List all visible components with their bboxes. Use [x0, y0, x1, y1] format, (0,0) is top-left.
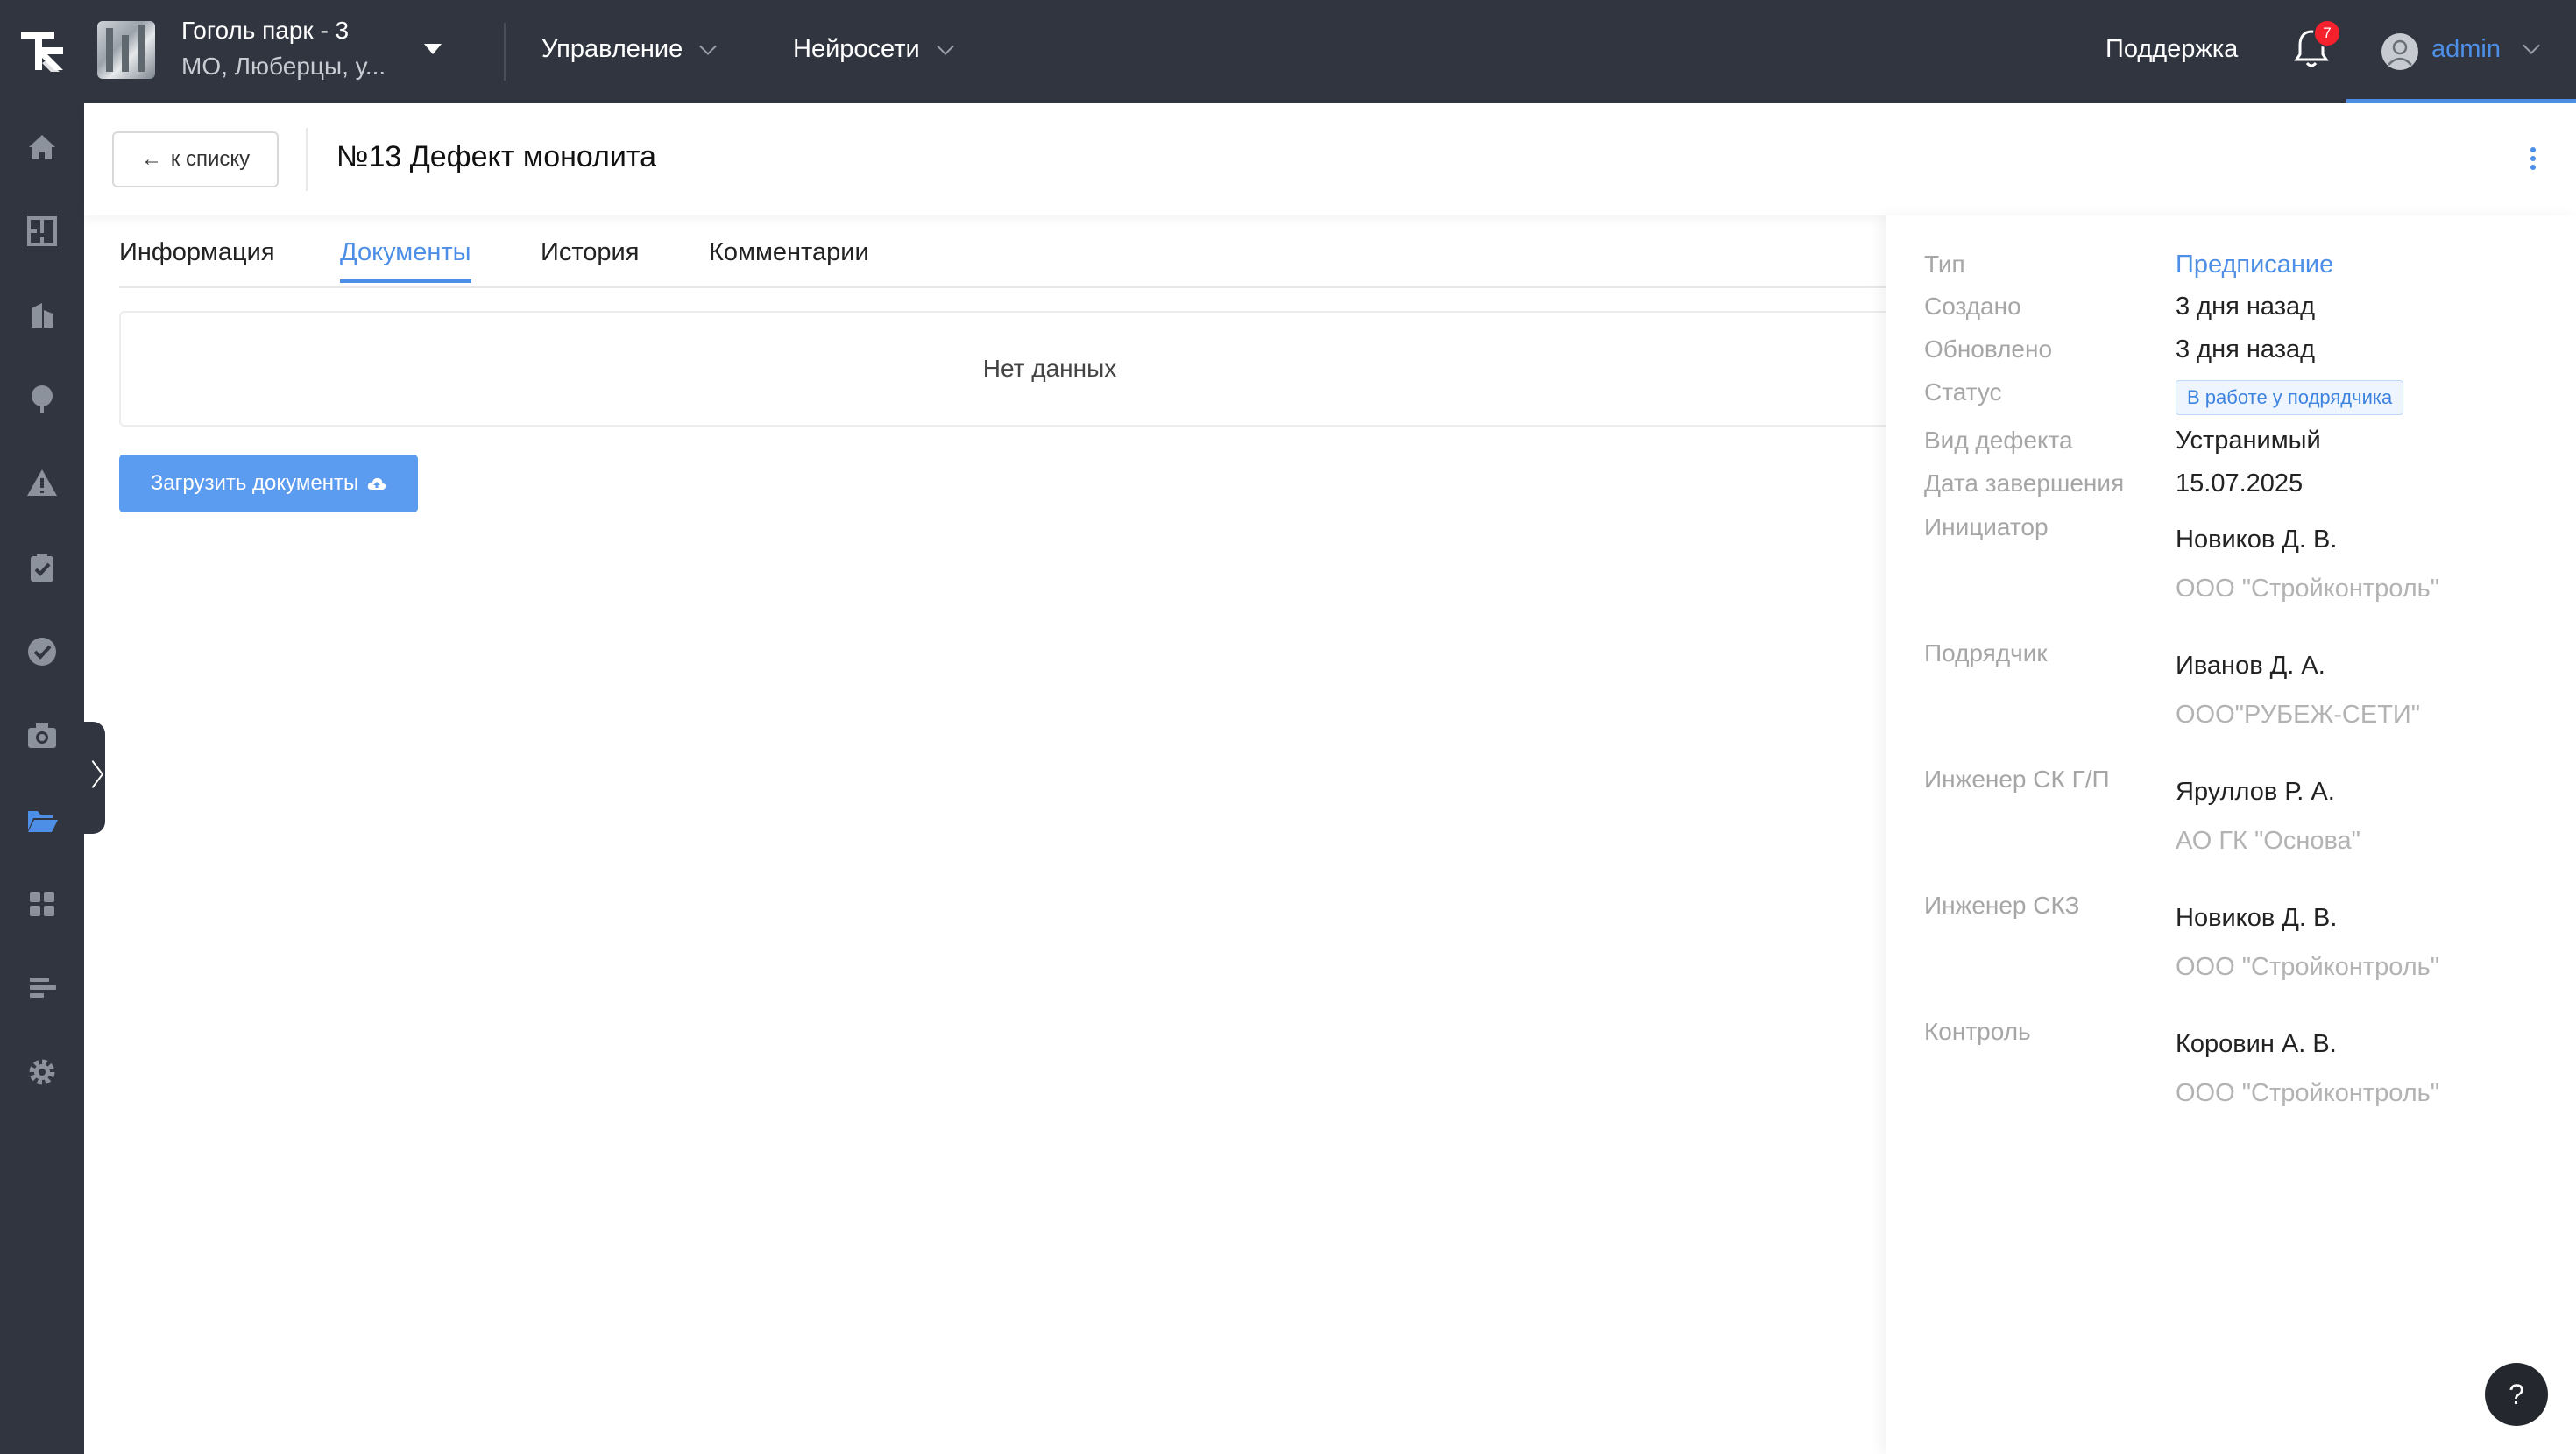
user-menu[interactable]: admin [2346, 0, 2576, 103]
arrow-left-icon: ← [140, 147, 162, 171]
documents-empty-state: Нет данных [119, 311, 1980, 427]
sidebar-item-documents[interactable] [21, 799, 63, 841]
sidebar-item-acceptance[interactable] [21, 631, 63, 673]
project-thumbnail[interactable] [97, 21, 155, 79]
control-org: ООО "Стройконтроль" [2176, 1079, 2440, 1107]
tab-documents[interactable]: Документы [340, 238, 471, 283]
status-label: Статус [1924, 378, 2002, 406]
due-date-value: 15.07.2025 [2176, 469, 2304, 498]
tab-information[interactable]: Информация [119, 238, 275, 279]
chevron-down-icon [2523, 37, 2540, 54]
engineer-gp-org: АО ГК "Основа" [2176, 827, 2360, 855]
type-label: Тип [1924, 251, 1965, 278]
control-name: Коровин А. В. [2176, 1030, 2337, 1058]
back-to-list-label: к списку [170, 147, 251, 171]
sidebar-item-settings[interactable] [21, 1051, 63, 1093]
camera-icon [28, 723, 56, 748]
defect-kind-value: Устранимый [2176, 427, 2321, 455]
created-label: Создано [1924, 293, 2021, 320]
floor-plan-icon [27, 216, 57, 246]
sidebar-item-buildings[interactable] [21, 294, 63, 336]
initiator-label: Инициатор [1924, 513, 2049, 540]
project-name[interactable]: Гоголь парк - 3 [181, 17, 349, 45]
check-circle-icon [28, 638, 56, 666]
defect-kind-label: Вид дефекта [1924, 427, 2073, 454]
tab-bar: Информация Документы История Комментарии [119, 229, 1980, 288]
avatar [2381, 33, 2418, 70]
clipboard-check-icon [31, 554, 53, 582]
tab-history[interactable]: История [541, 238, 639, 279]
updated-label: Обновлено [1924, 335, 2053, 363]
due-date-label: Дата завершения [1924, 469, 2125, 497]
back-to-list-button[interactable]: ← к списку [112, 131, 279, 187]
status-badge: В работе у подрядчика [2176, 380, 2404, 415]
dashboard-icon [30, 892, 54, 916]
page-header: ← к списку №13 Дефект монолита [84, 103, 2576, 215]
upload-documents-button[interactable]: Загрузить документы [119, 455, 418, 512]
sidebar-item-plans[interactable] [21, 210, 63, 252]
chevron-down-icon [936, 37, 954, 55]
contractor-name: Иванов Д. А. [2176, 652, 2325, 680]
home-icon [29, 135, 55, 159]
contractor-org: ООО"РУБЕЖ-СЕТИ" [2176, 701, 2421, 729]
header-divider [306, 128, 308, 191]
sidebar-item-home[interactable] [21, 126, 63, 168]
user-name: admin [2431, 35, 2501, 63]
notification-badge: 7 [2313, 19, 2341, 47]
menu-management[interactable]: Управление [541, 35, 718, 64]
app-logo-icon[interactable] [16, 21, 70, 81]
sidebar-item-landscape[interactable] [21, 378, 63, 420]
contractor-label: Подрядчик [1924, 639, 2048, 667]
bar-list-icon [30, 978, 56, 998]
tree-icon [32, 385, 53, 413]
type-value-link[interactable]: Предписание [2176, 251, 2333, 279]
sidebar-item-defects[interactable] [21, 462, 63, 505]
support-link[interactable]: Поддержка [2105, 35, 2238, 64]
engineer-gp-name: Яруллов Р. А. [2176, 778, 2335, 806]
tab-comments[interactable]: Комментарии [709, 238, 869, 279]
sidebar-item-tasks[interactable] [21, 547, 63, 589]
sidebar-item-photos[interactable] [21, 715, 63, 757]
gear-icon [29, 1059, 55, 1085]
empty-state-text: Нет данных [982, 355, 1117, 382]
help-button[interactable]: ? [2485, 1363, 2548, 1426]
engineer-gp-label: Инженер СК Г/П [1924, 766, 2110, 793]
chevron-right-icon [81, 759, 104, 789]
initiator-name: Новиков Д. В. [2176, 526, 2338, 554]
menu-neural-networks-label: Нейросети [793, 35, 920, 63]
topbar-divider [504, 23, 506, 81]
initiator-org: ООО "Стройконтроль" [2176, 575, 2440, 603]
engineer-skz-org: ООО "Стройконтроль" [2176, 953, 2440, 981]
warning-icon [27, 469, 57, 496]
folder-open-icon [28, 811, 58, 832]
sidebar-item-dashboard[interactable] [21, 883, 63, 925]
details-panel: Тип Предписание Создано 3 дня назад Обно… [1886, 215, 2576, 1454]
updated-value: 3 дня назад [2176, 335, 2316, 364]
chevron-down-icon [699, 37, 718, 55]
sidebar-item-reports[interactable] [21, 967, 63, 1009]
more-options-icon[interactable] [2530, 147, 2537, 173]
cloud-upload-icon [368, 477, 386, 490]
project-dropdown-icon[interactable] [424, 44, 442, 54]
upload-documents-label: Загрузить документы [150, 471, 359, 495]
created-value: 3 дня назад [2176, 293, 2316, 321]
control-label: Контроль [1924, 1018, 2031, 1045]
sidebar [0, 103, 84, 1454]
sidebar-expand-toggle[interactable] [81, 722, 105, 834]
engineer-skz-name: Новиков Д. В. [2176, 904, 2338, 932]
engineer-skz-label: Инженер СКЗ [1924, 892, 2080, 919]
user-icon [2388, 39, 2412, 66]
menu-management-label: Управление [541, 35, 683, 63]
project-address[interactable]: МО, Люберцы, у... [181, 53, 386, 81]
page-title: №13 Дефект монолита [336, 140, 656, 173]
buildings-icon [32, 303, 53, 328]
top-bar: Гоголь парк - 3 МО, Люберцы, у... Управл… [0, 0, 2576, 103]
menu-neural-networks[interactable]: Нейросети [793, 35, 954, 64]
